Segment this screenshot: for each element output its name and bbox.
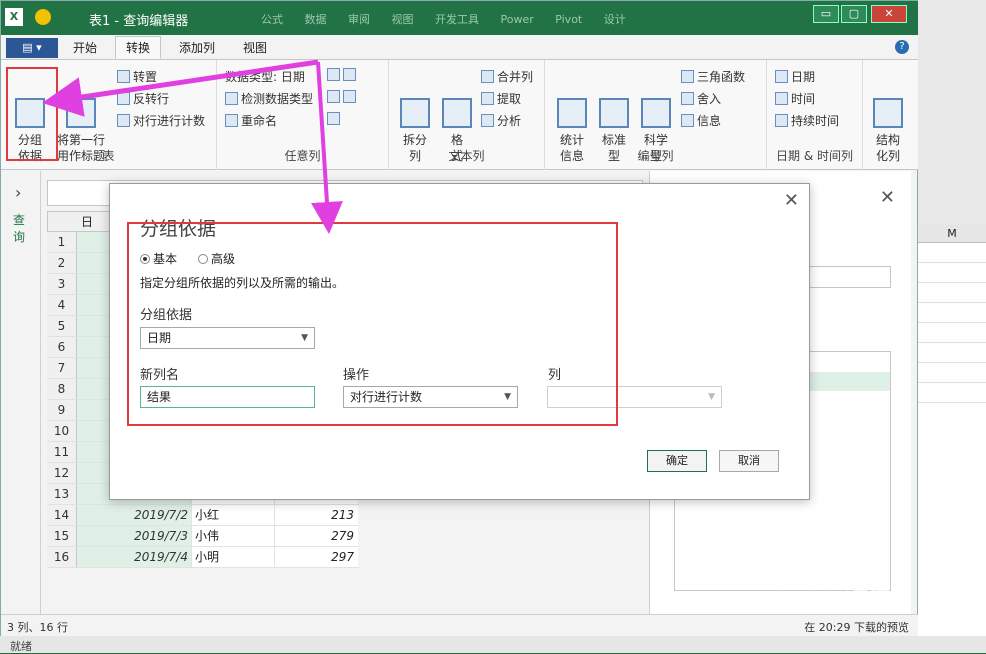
arrow-to-dialog: [311, 61, 343, 234]
arrow-to-group-by: [42, 59, 319, 117]
annotation-arrows: [42, 59, 343, 234]
baidu-watermark-url: jingyan.baidu.com: [762, 594, 855, 605]
baidu-watermark: Bai du 经验: [760, 571, 890, 596]
